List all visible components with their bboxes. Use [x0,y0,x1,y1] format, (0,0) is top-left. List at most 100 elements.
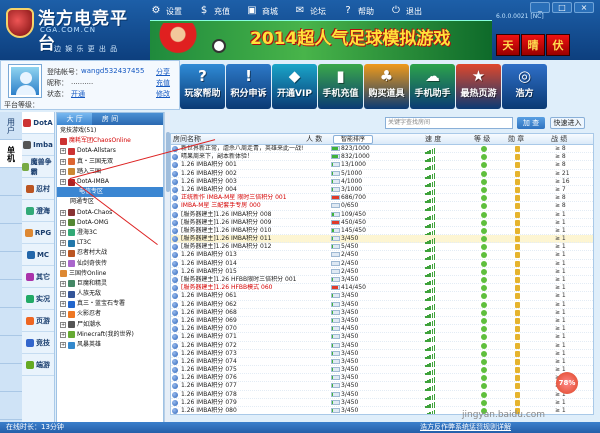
table-row[interactable]: 1.26 IMBA积分 015 2/450 ≥ 1 [171,268,593,277]
left-tab[interactable] [0,336,22,364]
search-button[interactable]: 加 查 [517,117,545,129]
smart-sort-button[interactable]: 智能排序 [333,135,373,144]
expand-toggle-icon[interactable]: + [60,179,66,186]
room-search-input[interactable]: 关键字查找房间 [385,117,513,129]
tree-node[interactable]: + 仙剑奇侠传 [57,258,163,268]
category-tab[interactable]: 魔兽争霸 [22,156,54,178]
tree-node[interactable]: + 火影忍者 [57,309,163,319]
anticheat-notice-link[interactable]: 浩方反作弊系统惩罚规则详解 [420,422,511,433]
expand-toggle-icon[interactable]: + [60,301,66,308]
tree-tab[interactable] [128,113,163,125]
table-row[interactable]: 1.26 IMBA积分 061 3/450 ≥ 1 [171,292,593,302]
table-row[interactable]: 1.26 IMBA积分 013 2/450 ≥ 1 [171,251,593,261]
table-row[interactable]: IMBA-M星 三配套手专房 000 0/650 ≥ 8 [171,202,593,212]
tree-node[interactable]: 网通专区 [57,197,163,207]
left-tab[interactable] [0,280,22,308]
expand-toggle-icon[interactable]: + [60,260,66,267]
category-tab[interactable]: Imba [22,134,54,156]
table-row[interactable]: 1.26 IMBA积分 062 3/450 ≥ 1 [171,301,593,310]
topnav-item[interactable]: ✉ 论坛 [294,3,326,19]
expand-toggle-icon[interactable]: + [60,229,66,236]
left-tab[interactable] [0,224,22,252]
expand-toggle-icon[interactable]: + [60,250,66,257]
topnav-item[interactable]: $ 充值 [198,3,230,19]
tool-0[interactable]: ? 玩家帮助 [180,64,225,109]
tree-node[interactable]: + 真三・蓝宝石专署 [57,299,163,309]
ad-banner[interactable]: 2014超人气足球模拟游戏 [150,20,492,60]
table-row[interactable]: 1.26 IMBA积分 070 4/450 ≥ 1 [171,325,593,335]
left-tab[interactable]: 单机 [0,140,22,168]
tree-node[interactable]: + 忍者村大战 [57,248,163,258]
header-count[interactable]: 人 数 [306,134,322,145]
table-row[interactable]: [服务器建主]1.26 IMBA积分 009 450/450 ≥ 1 [171,219,593,228]
tree-node[interactable]: + 巨魔和精灵 [57,279,163,289]
tree-node[interactable]: + Minecraft(我的世界) [57,330,163,340]
table-row[interactable]: 1.26 IMBA积分 069 3/450 ≥ 1 [171,317,593,326]
table-row[interactable]: [服务器建主]1.26 IMBA积分 010 145/450 ≥ 1 [171,227,593,236]
table-row[interactable]: 1.26 IMBA积分 071 3/450 ≥ 1 [171,333,593,343]
expand-toggle-icon[interactable]: + [60,291,66,298]
category-tab[interactable]: 其它 [22,266,54,288]
minimize-button[interactable]: _ [530,2,550,13]
expand-toggle-icon[interactable]: + [60,240,66,247]
tool-2[interactable]: ◆ 开通VIP [272,64,317,109]
tool-7[interactable]: ◎ 浩方 [502,64,547,109]
status-open-link[interactable]: 开通 [71,89,85,99]
category-tab[interactable]: RPG [22,222,54,244]
category-tab[interactable]: 澄海 [22,200,54,222]
ad-tile[interactable]: 伏 [546,34,570,56]
tree-node[interactable]: + DotA-Allstars [57,146,163,156]
left-tab[interactable] [0,308,22,336]
expand-toggle-icon[interactable]: + [60,331,66,338]
topnav-item[interactable]: ▣ 商城 [246,3,278,19]
expand-toggle-icon[interactable]: + [60,168,66,175]
table-row[interactable]: 1.26 IMBA积分 078 3/450 ≥ 1 [171,391,593,400]
tree-node[interactable]: + 人族无敌 [57,289,163,299]
maximize-button[interactable]: □ [552,2,572,13]
expand-toggle-icon[interactable]: + [60,148,66,155]
table-row[interactable]: 1.26 IMBA积分 0773/450≥ 1 [171,382,593,392]
topnav-item[interactable]: ⚙ 设置 [150,3,182,19]
expand-toggle-icon[interactable]: + [60,321,66,328]
tool-5[interactable]: ☁ 手机助手 [410,64,455,109]
category-tab[interactable]: MC [22,244,54,266]
tree-node[interactable]: + DotA-OMG [57,218,163,228]
table-row[interactable]: 1.26 IMBA积分 072 3/450 ≥ 1 [171,342,593,351]
table-row[interactable]: 1.26 IMBA积分 073 3/450 ≥ 1 [171,350,593,359]
expand-toggle-icon[interactable]: + [60,311,66,318]
table-row[interactable]: 1.26 IMBA积分 014 2/450 ≥ 1 [171,260,593,269]
table-row[interactable]: [服务器建主]1.26 IMBA积分 012 5/450 ≥ 1 [171,243,593,253]
header-medal[interactable]: 勋 章 [508,134,524,145]
tree-node[interactable]: + LT3C [57,238,163,248]
category-tab[interactable]: 竞技 [22,332,54,354]
table-row[interactable]: [服务器建主]1.26 IMBA积分 011 3/450 ≥ 1 [171,235,593,245]
network-badge[interactable]: 78% [556,372,578,394]
left-tab[interactable]: 用户 [0,112,22,140]
category-tab[interactable]: 页游 [22,310,54,332]
expand-toggle-icon[interactable]: + [60,209,66,216]
tree-node[interactable]: 竞技游戏(51) [57,126,163,136]
table-row[interactable]: 1.26 IMBA积分 075 3/450 ≥ 1 [171,366,593,376]
tree-node[interactable]: 三国传Online [57,269,163,279]
table-row[interactable]: 新世界新正常，虐杀八周走青，英雄来此一战! 823/1000 ≥ 8 [171,145,593,154]
category-tab[interactable]: DotA [22,112,54,134]
tree-node[interactable]: + 尸如潮水 [57,320,163,330]
tree-node[interactable]: 电信专区 [57,187,163,198]
header-record[interactable]: 战 绩 [551,134,567,145]
table-row[interactable]: 晴果周来下，副本新体验！ 832/1000 ≥ 8 [171,153,593,163]
table-row[interactable]: 1.26 IMBA积分 002 5/1000 ≥ 21 [171,170,593,179]
category-tab[interactable]: 忍村 [22,178,54,200]
tool-1[interactable]: ! 积分申诉 [226,64,271,109]
table-row[interactable]: [服务器建主]1.26 HFBB模式 060 414/450 ≥ 1 [171,284,593,294]
header-speed[interactable]: 速 度 [425,134,441,145]
left-tab[interactable] [0,252,22,280]
expand-toggle-icon[interactable]: + [60,158,66,165]
table-row[interactable]: 1.26 IMBA积分 068 3/450 ≥ 1 [171,309,593,318]
header-level[interactable]: 等 级 [474,134,490,145]
table-row[interactable]: 1.26 IMBA积分 003 4/1000 ≥ 16 [171,178,593,187]
tree-tab[interactable]: 大 厅 [57,113,93,125]
tool-4[interactable]: ♣ 购买道具 [364,64,409,109]
table-row[interactable]: [服务器建主]1.26 IMBA积分 008 109/450 ≥ 1 [171,211,593,220]
quick-enter-button[interactable]: 快速进入 [550,117,585,129]
share-link[interactable]: 分享 [156,67,170,77]
